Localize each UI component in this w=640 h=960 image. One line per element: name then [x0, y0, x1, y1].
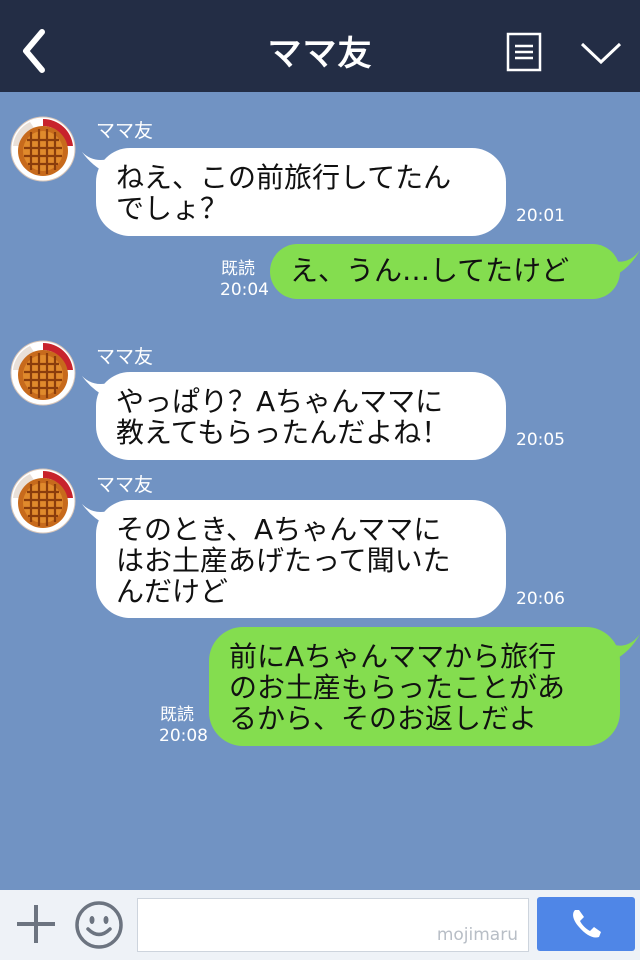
incoming-message-bubble[interactable]: ねえ、この前旅行してたん でしょ？	[96, 148, 506, 236]
call-button[interactable]	[537, 897, 635, 951]
message-input[interactable]: mojimaru	[137, 898, 529, 952]
smiley-icon[interactable]	[74, 900, 124, 950]
message-list: ママ友 ねえ、この前旅行してたん でしょ？ 20:01 既読 20:04 え、う…	[0, 92, 640, 890]
message-text-line: 前にAちゃんママから旅行	[229, 640, 557, 673]
sender-name: ママ友	[96, 120, 154, 142]
outgoing-message-bubble[interactable]: 前にAちゃんママから旅行 のお土産もらったことがあ るから、そのお返しだよ	[209, 627, 620, 746]
chevron-down-icon[interactable]	[578, 38, 624, 68]
message-text-line: のお土産もらったことがあ	[229, 671, 566, 704]
message-text-line: ねえ、この前旅行してたん	[116, 161, 452, 194]
message-time: 20:01	[516, 206, 565, 226]
message-text-line: 教えてもらったんだよね！	[116, 416, 450, 449]
message-text-line: やっぱり？Aちゃんママに	[116, 385, 444, 418]
chat-header: ママ友	[0, 0, 640, 92]
avatar[interactable]	[10, 116, 76, 182]
read-receipt: 既読	[221, 259, 255, 279]
message-time: 20:04	[220, 280, 269, 300]
message-time: 20:08	[159, 726, 208, 746]
phone-icon	[573, 910, 601, 938]
avatar[interactable]	[10, 468, 76, 534]
message-text-line: んだけど	[116, 575, 229, 608]
watermark: mojimaru	[436, 925, 518, 945]
plus-icon[interactable]	[14, 902, 58, 946]
message-text-line: そのとき、Aちゃんママに	[116, 513, 442, 546]
chat-title: ママ友	[267, 34, 373, 74]
incoming-message-bubble[interactable]: やっぱり？Aちゃんママに 教えてもらったんだよね！	[96, 372, 506, 460]
message-time: 20:06	[516, 589, 565, 609]
avatar[interactable]	[10, 340, 76, 406]
message-time: 20:05	[516, 430, 565, 450]
sender-name: ママ友	[96, 474, 154, 496]
sender-name: ママ友	[96, 346, 154, 368]
message-text-line: え、うん…してたけど	[290, 254, 570, 287]
message-text-line: はお土産あげたって聞いた	[116, 544, 451, 577]
message-text-line: るから、そのお返しだよ	[229, 702, 538, 735]
read-receipt: 既読	[160, 705, 194, 725]
incoming-message-bubble[interactable]: そのとき、Aちゃんママに はお土産あげたって聞いた んだけど	[96, 500, 506, 618]
message-text-line: でしょ？	[116, 192, 229, 225]
outgoing-message-bubble[interactable]: え、うん…してたけど	[270, 244, 620, 299]
menu-list-icon[interactable]	[506, 32, 542, 72]
